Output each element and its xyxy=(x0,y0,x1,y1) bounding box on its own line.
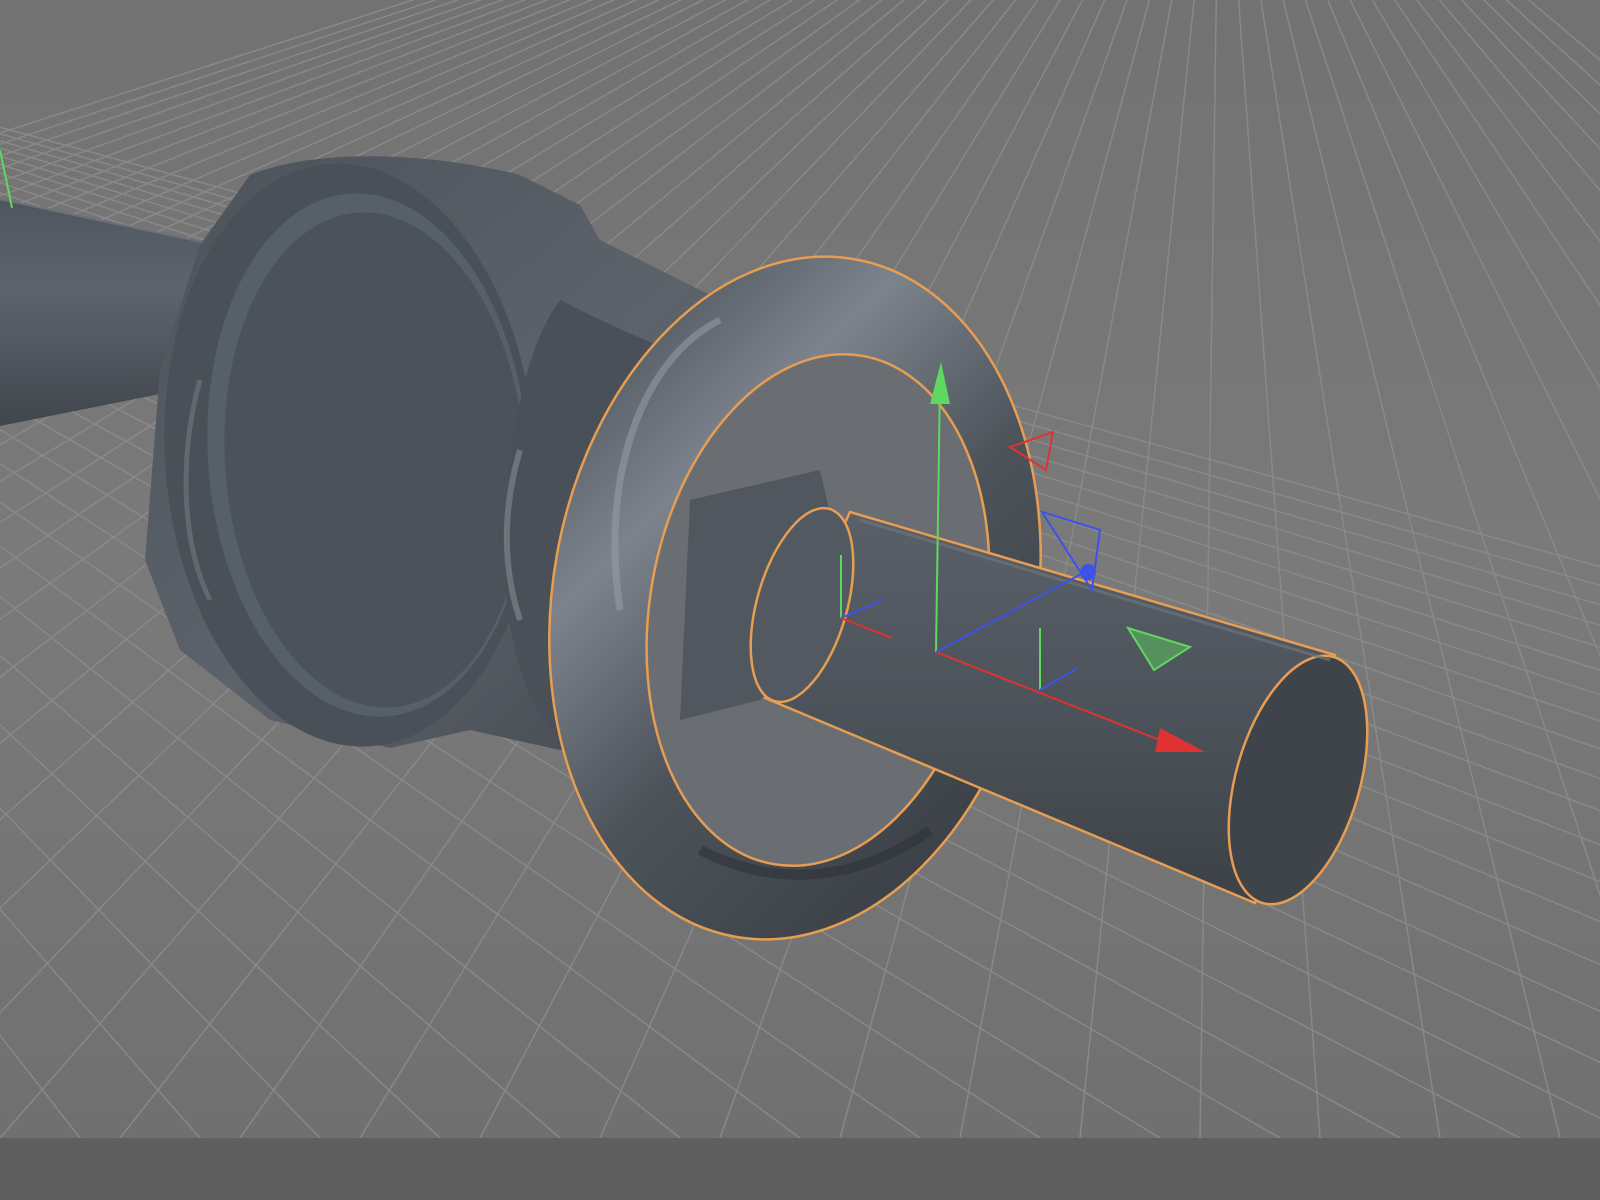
viewport-status-bar xyxy=(0,1138,1600,1200)
3d-viewport[interactable] xyxy=(0,0,1600,1138)
viewport-canvas[interactable] xyxy=(0,0,1600,1138)
